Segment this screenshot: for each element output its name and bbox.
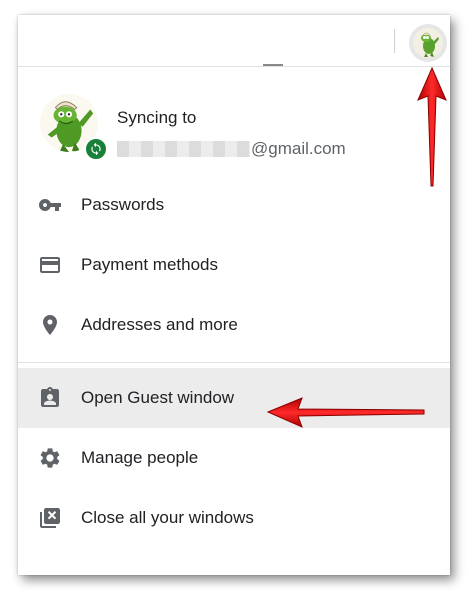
- guest-badge-icon: [38, 386, 62, 410]
- menu-item-label: Close all your windows: [81, 508, 254, 527]
- browser-toolbar: [18, 15, 450, 67]
- menu-item-label: Addresses and more: [81, 315, 238, 334]
- sync-label: Syncing to: [117, 108, 197, 127]
- location-pin-icon: [38, 313, 62, 337]
- gear-icon: [38, 446, 62, 470]
- menu-item-passwords[interactable]: Passwords: [18, 175, 450, 235]
- account-email: @gmail.com: [117, 139, 346, 159]
- credit-card-icon: [38, 253, 62, 277]
- sync-status-icon: [84, 137, 108, 161]
- key-icon: [38, 193, 62, 217]
- menu-item-label: Open Guest window: [81, 388, 235, 407]
- profile-menu: Passwords Payment methods Addresses and …: [18, 175, 450, 548]
- toolbar-separator: [394, 29, 395, 53]
- menu-item-label: Payment methods: [81, 255, 219, 274]
- menu-item-manage-people[interactable]: Manage people: [18, 428, 450, 488]
- redacted-email-username: [117, 141, 250, 157]
- menu-item-label: Manage people: [81, 448, 199, 467]
- profile-header: Syncing to @gmail.com: [18, 68, 450, 178]
- menu-item-label: Passwords: [81, 195, 165, 214]
- menu-item-open-guest-window[interactable]: Open Guest window: [18, 368, 450, 428]
- profile-avatar-button[interactable]: [409, 24, 447, 62]
- close-windows-icon: [38, 506, 62, 530]
- menu-item-payment-methods[interactable]: Payment methods: [18, 235, 450, 295]
- menu-item-close-all-windows[interactable]: Close all your windows: [18, 488, 450, 548]
- profile-avatar-icon: [413, 28, 443, 58]
- chrome-profile-menu-window: Syncing to @gmail.com Passwords Payment …: [18, 15, 450, 575]
- menu-item-addresses[interactable]: Addresses and more: [18, 295, 450, 355]
- toolbar-indicator: [263, 64, 283, 66]
- email-domain: @gmail.com: [251, 139, 346, 158]
- account-avatar: [40, 94, 108, 161]
